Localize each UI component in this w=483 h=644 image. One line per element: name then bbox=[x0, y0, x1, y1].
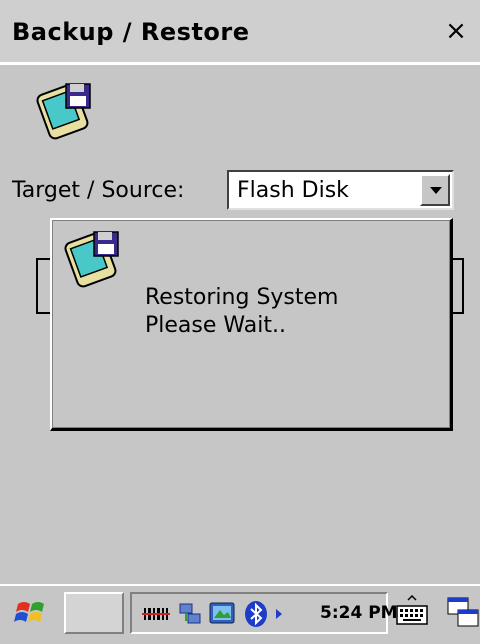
screen: Backup / Restore × Target / Source: Flas… bbox=[0, 0, 480, 644]
target-source-label: Target / Source: bbox=[12, 178, 185, 203]
taskbar-app-slot[interactable] bbox=[64, 592, 124, 634]
dialog-message-line1: Restoring System bbox=[145, 285, 339, 310]
tray-arrow-icon[interactable] bbox=[272, 600, 286, 628]
taskbar: 5:24 PM bbox=[0, 584, 480, 644]
bluetooth-icon[interactable] bbox=[242, 600, 270, 628]
backup-restore-icon bbox=[64, 231, 119, 288]
restore-progress-dialog: Restoring System Please Wait.. bbox=[50, 218, 453, 431]
start-flag-icon[interactable] bbox=[14, 596, 48, 630]
keyboard-icon[interactable] bbox=[394, 594, 430, 630]
dialog-message-line2: Please Wait.. bbox=[145, 313, 286, 338]
title-bar: Backup / Restore × bbox=[0, 0, 480, 65]
barcode-icon[interactable] bbox=[142, 600, 170, 628]
window-switch-icon[interactable] bbox=[446, 594, 480, 630]
window-title: Backup / Restore bbox=[12, 18, 250, 46]
network-icon[interactable] bbox=[176, 600, 204, 628]
system-tray: 5:24 PM bbox=[130, 592, 398, 634]
clock[interactable]: 5:24 PM bbox=[320, 603, 398, 623]
close-button[interactable]: × bbox=[440, 14, 472, 48]
target-source-dropdown[interactable]: Flash Disk bbox=[227, 170, 454, 210]
display-icon[interactable] bbox=[208, 600, 236, 628]
backup-restore-icon bbox=[36, 83, 91, 140]
target-source-value: Flash Disk bbox=[237, 178, 349, 203]
dialog-message: Restoring System Please Wait.. bbox=[145, 284, 338, 340]
dropdown-arrow-icon[interactable] bbox=[420, 174, 450, 206]
